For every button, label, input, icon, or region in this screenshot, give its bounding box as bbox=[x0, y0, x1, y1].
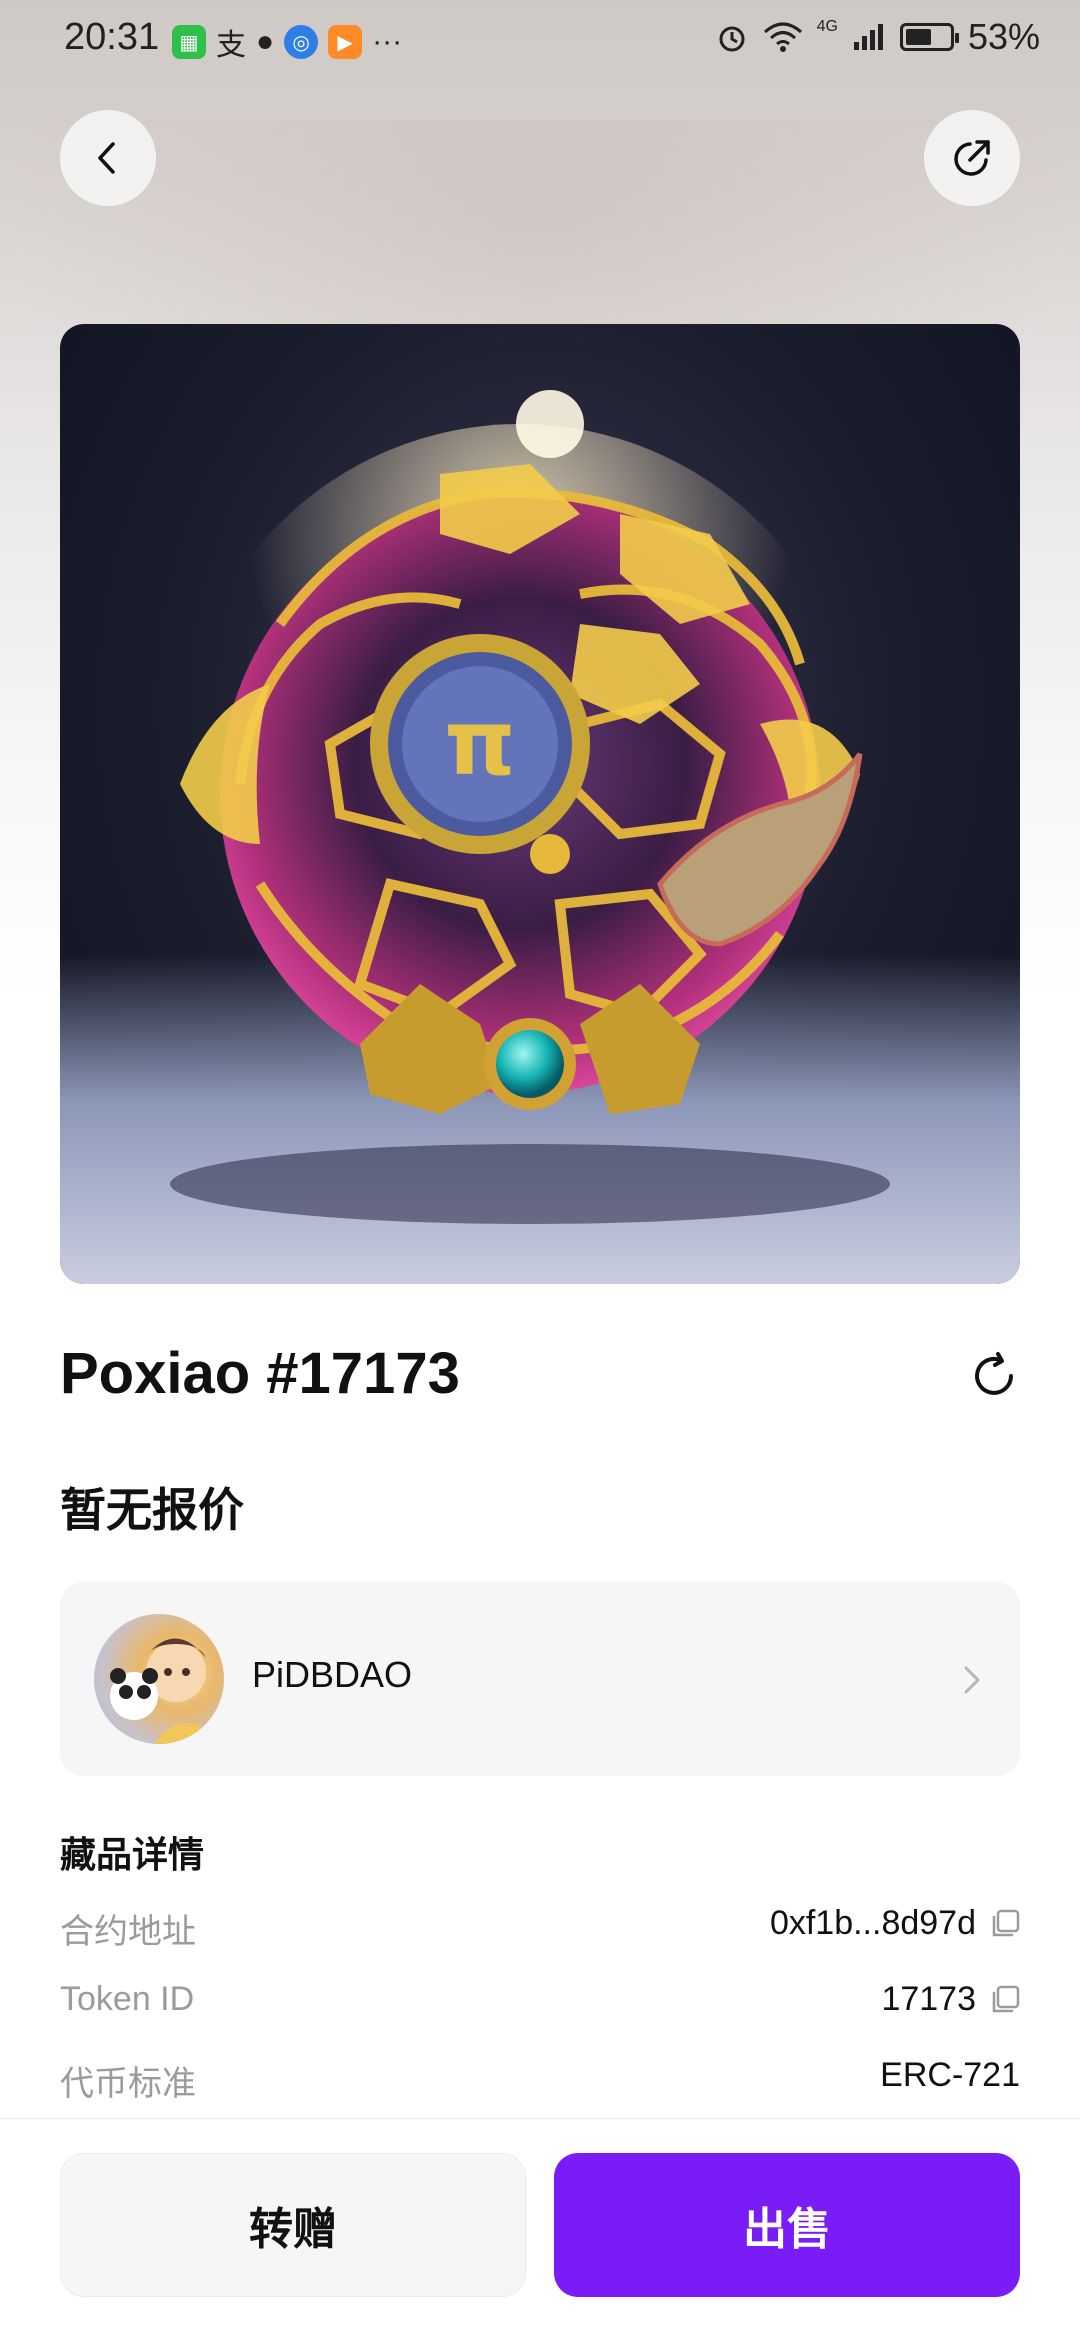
battery-icon bbox=[899, 23, 959, 51]
back-button[interactable] bbox=[60, 110, 156, 206]
owner-card[interactable]: PiDBDAO bbox=[60, 1582, 1020, 1776]
app-notification-icon: ▦ bbox=[172, 25, 206, 59]
copy-icon[interactable] bbox=[990, 1985, 1020, 2015]
details-section-title: 藏品详情 bbox=[60, 1834, 205, 1875]
token-standard-row: 代币标准 ERC-721 bbox=[60, 2056, 1020, 2116]
chevron-left-icon bbox=[98, 142, 115, 174]
dragon-orb-artwork: π bbox=[170, 390, 890, 1224]
token-id-label: Token ID bbox=[60, 1980, 195, 2018]
browser-icon: ◎ bbox=[284, 25, 319, 59]
transfer-button[interactable]: 转赠 bbox=[60, 2153, 526, 2297]
status-time: 20:31 bbox=[64, 16, 160, 58]
share-icon bbox=[954, 140, 990, 176]
alarm-icon bbox=[719, 26, 745, 52]
contract-address-label: 合约地址 bbox=[60, 1913, 196, 1951]
more-notifications-icon: ··· bbox=[372, 25, 403, 58]
nft-image[interactable]: π bbox=[60, 324, 1020, 1284]
svg-text:π: π bbox=[444, 691, 515, 796]
refresh-button[interactable] bbox=[964, 1346, 1024, 1406]
qq-icon: ● bbox=[256, 25, 275, 58]
token-id-row: Token ID 17173 bbox=[60, 1980, 1020, 2040]
chevron-right-icon bbox=[964, 1666, 980, 1694]
token-standard-value: ERC-721 bbox=[880, 2056, 1020, 2094]
battery-percent: 53% bbox=[967, 16, 1040, 57]
signal-icon bbox=[853, 24, 883, 50]
owner-avatar bbox=[94, 1614, 224, 1744]
token-id-value: 17173 bbox=[881, 1980, 976, 2018]
owner-name: PiDBDAO bbox=[252, 1654, 413, 1695]
refresh-icon bbox=[975, 1352, 1013, 1395]
notification-icons: ▦ 支 ● ◎ ▶ ··· bbox=[172, 20, 402, 64]
video-app-icon: ▶ bbox=[328, 25, 363, 59]
nft-title: Poxiao #17173 bbox=[60, 1341, 460, 1406]
share-button[interactable] bbox=[924, 110, 1020, 206]
status-indicators: 4G 53% bbox=[715, 16, 1040, 58]
wifi-icon bbox=[763, 22, 802, 52]
sell-button[interactable]: 出售 bbox=[554, 2153, 1020, 2297]
token-standard-label: 代币标准 bbox=[60, 2065, 196, 2103]
contract-address-value: 0xf1b...8d97d bbox=[769, 1904, 976, 1942]
copy-icon[interactable] bbox=[990, 1909, 1020, 1939]
contract-address-row: 合约地址 0xf1b...8d97d bbox=[60, 1904, 1020, 1964]
status-bar: 20:31 ▦ 支 ● ◎ ▶ ··· 4G 53% bbox=[0, 0, 1080, 80]
bottom-action-bar: 转赠 出售 bbox=[0, 2118, 1080, 2341]
price-status: 暂无报价 bbox=[60, 1484, 244, 1536]
network-type: 4G bbox=[816, 18, 838, 35]
alipay-icon: 支 bbox=[216, 29, 246, 62]
